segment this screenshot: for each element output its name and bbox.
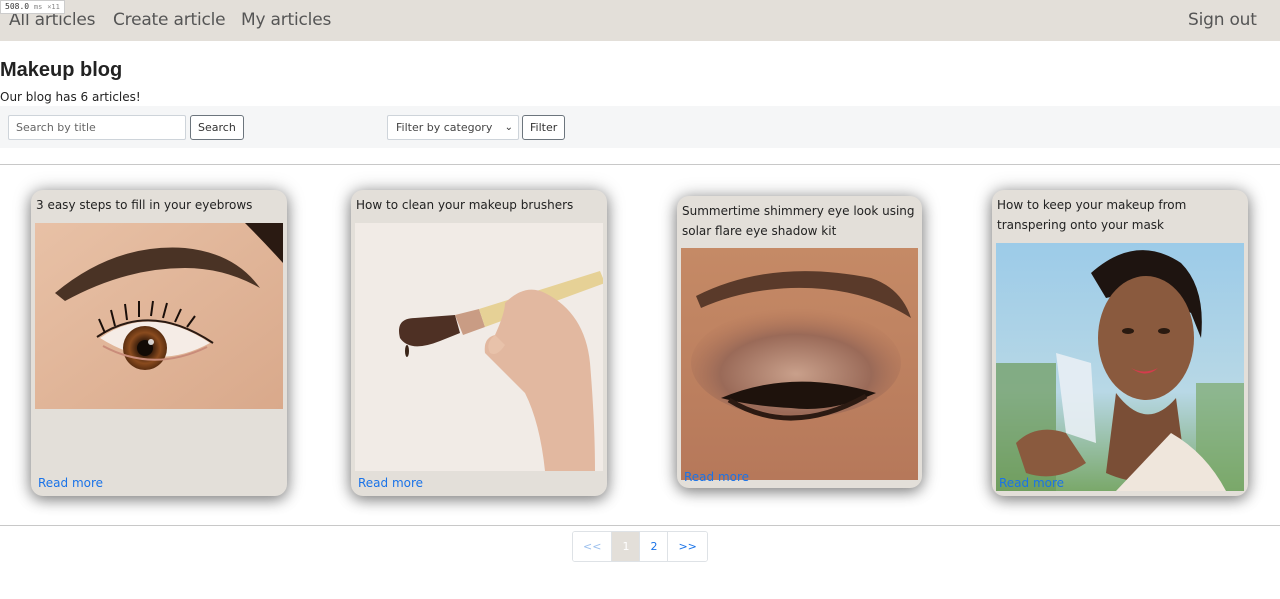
pagination-page-1[interactable]: 1 xyxy=(611,532,640,561)
article-title: How to clean your makeup brushers xyxy=(356,198,574,212)
article-card: How to clean your makeup brushers Read m… xyxy=(351,190,607,496)
article-card: Summertime shimmery eye look using solar… xyxy=(677,196,922,488)
read-more-link[interactable]: Read more xyxy=(38,476,103,490)
page-title: Makeup blog xyxy=(0,59,123,81)
category-select[interactable]: Filter by category ⌄ xyxy=(387,115,519,140)
filter-button[interactable]: Filter xyxy=(522,115,566,140)
top-navbar: All articles Create article My articles … xyxy=(0,0,1280,41)
divider-bottom xyxy=(0,525,1280,526)
article-title: How to keep your makeup from transpering… xyxy=(997,198,1187,232)
perf-unit: ms xyxy=(33,3,43,11)
chevron-down-icon: ⌄ xyxy=(504,122,513,133)
article-card: How to keep your makeup from transpering… xyxy=(992,190,1248,496)
pagination: << 1 2 >> xyxy=(572,531,708,562)
category-select-value: Filter by category xyxy=(396,121,493,134)
read-more-link[interactable]: Read more xyxy=(999,476,1064,490)
article-count-text: Our blog has 6 articles! xyxy=(0,90,141,104)
read-more-link[interactable]: Read more xyxy=(358,476,423,490)
perf-ms: 508.0 xyxy=(5,2,30,11)
search-input[interactable] xyxy=(8,115,186,140)
article-image-mask xyxy=(996,243,1244,491)
article-image-eyebrow xyxy=(35,223,283,409)
divider-top xyxy=(0,164,1280,165)
nav-sign-out[interactable]: Sign out xyxy=(1188,10,1257,30)
pagination-page-2[interactable]: 2 xyxy=(639,532,668,561)
article-card: 3 easy steps to fill in your eyebrows Re xyxy=(31,190,287,496)
search-button[interactable]: Search xyxy=(190,115,244,140)
article-title: Summertime shimmery eye look using solar… xyxy=(682,204,915,238)
perf-overlay: 508.0 ms ×11 xyxy=(0,0,65,14)
nav-my-articles[interactable]: My articles xyxy=(241,10,331,30)
article-image-brush xyxy=(355,223,603,471)
read-more-link[interactable]: Read more xyxy=(684,470,749,484)
pagination-next[interactable]: >> xyxy=(667,532,707,561)
article-image-eye-look xyxy=(681,248,918,480)
filter-bar: Search Filter by category ⌄ Filter xyxy=(0,106,1280,148)
pagination-prev[interactable]: << xyxy=(573,532,612,561)
perf-extra: ×11 xyxy=(47,3,60,11)
article-title: 3 easy steps to fill in your eyebrows xyxy=(36,198,253,212)
nav-create-article[interactable]: Create article xyxy=(113,10,226,30)
